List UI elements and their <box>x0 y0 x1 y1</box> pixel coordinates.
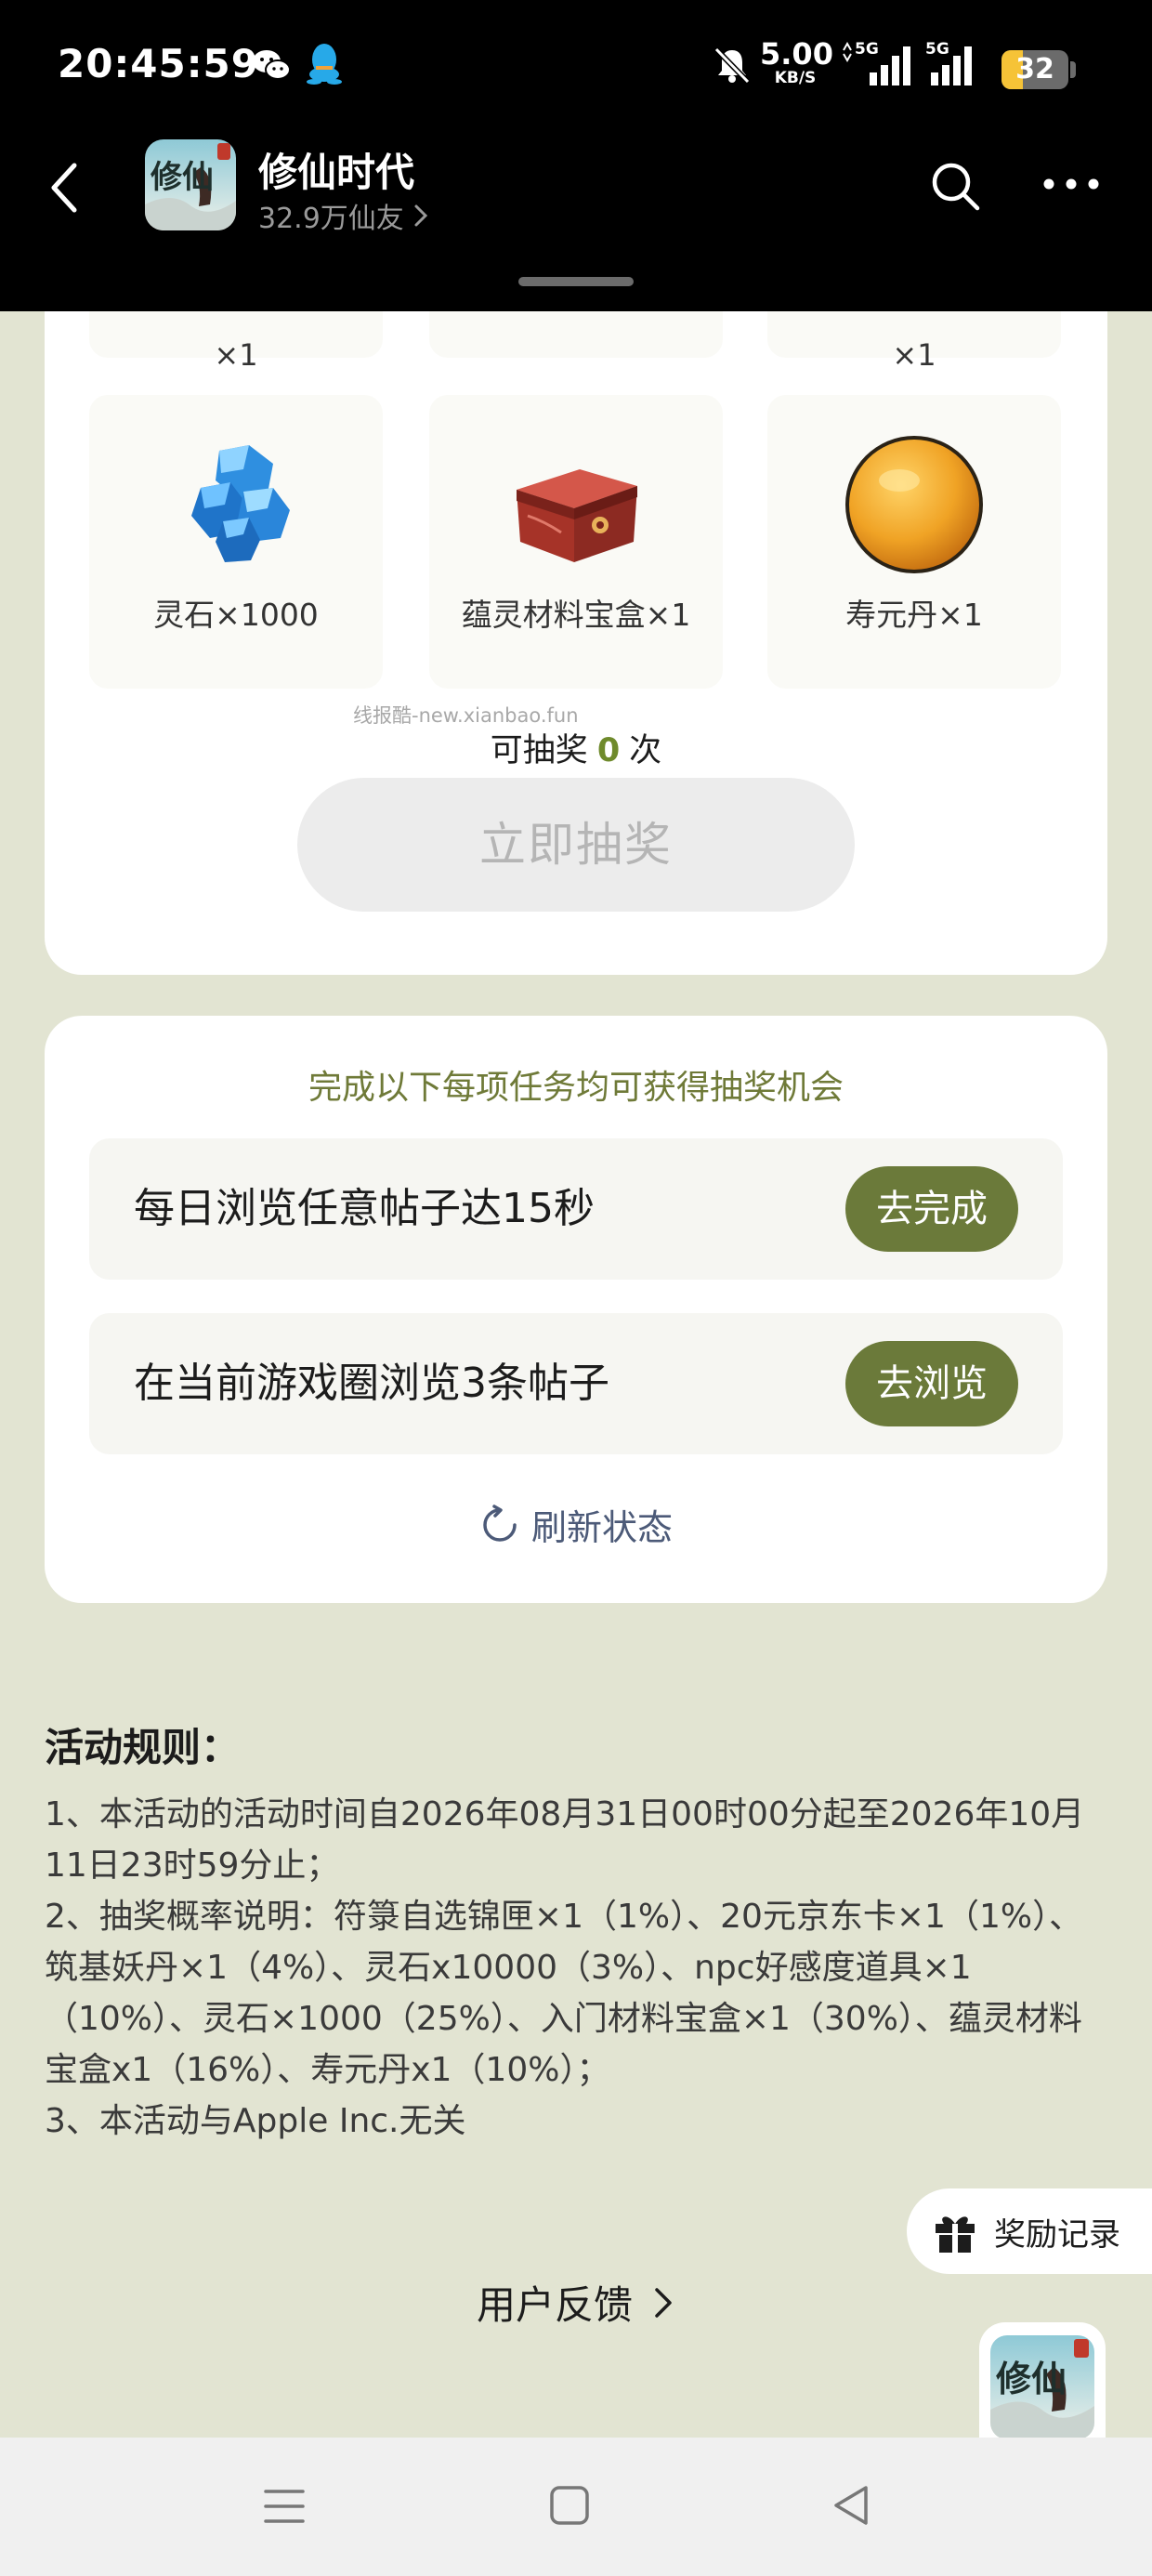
task-text: 在当前游戏圈浏览3条帖子 <box>134 1360 609 1407</box>
network-speed-value: 5.00 <box>760 36 833 72</box>
prize-label: 寿元丹×1 <box>845 597 983 633</box>
pill-icon <box>845 436 983 573</box>
app-header: 修仙 修仙时代 32.9万仙友 <box>0 139 1152 311</box>
rules-title: 活动规则： <box>45 1725 241 1770</box>
draw-now-button[interactable]: 立即抽奖 <box>297 778 855 912</box>
network-speed: 5.00 KB/S <box>760 36 833 87</box>
chevron-right-icon <box>414 204 427 227</box>
go-complete-button[interactable]: 去完成 <box>845 1166 1018 1252</box>
network-type-label: 5G <box>855 41 879 59</box>
prize-quantity: ×1 <box>892 337 936 373</box>
mute-icon <box>713 46 751 85</box>
task-item: 每日浏览任意帖子达15秒 去完成 <box>89 1138 1063 1280</box>
system-nav-bar <box>0 2438 1152 2576</box>
page-title: 修仙时代 <box>258 150 415 195</box>
rules-body: 1、本活动的活动时间自2026年08月31日00时00分起至2026年10月11… <box>45 1789 1107 2147</box>
fans-count-link[interactable]: 32.9万仙友 <box>258 195 430 236</box>
gift-icon <box>936 2216 975 2253</box>
refresh-label: 刷新状态 <box>530 1507 673 1548</box>
back-triangle-icon[interactable] <box>829 2482 873 2529</box>
drag-handle[interactable] <box>518 277 634 286</box>
game-logo[interactable]: 修仙 <box>145 139 236 230</box>
spirit-stone-icon <box>191 445 290 562</box>
user-feedback-label: 用户反馈 <box>476 2282 633 2328</box>
more-icon[interactable] <box>1042 175 1100 193</box>
draw-chances-prefix: 可抽奖 <box>490 732 588 769</box>
go-browse-button[interactable]: 去浏览 <box>845 1341 1018 1426</box>
status-time: 20:45:59 <box>58 41 259 86</box>
reward-record-button[interactable]: 奖励记录 <box>907 2188 1152 2274</box>
battery-tip <box>1070 61 1076 78</box>
activity-sheet: ×1 ×1 灵石×1000 蕴灵材料宝盒×1 寿元丹×1 线报酷-new.xia… <box>0 311 1152 2438</box>
status-bar: 20:45:59 5.00 KB/S 5G 5G 32 <box>0 0 1152 139</box>
prize-card: ×1 ×1 灵石×1000 蕴灵材料宝盒×1 寿元丹×1 线报酷-new.xia… <box>45 311 1107 975</box>
prize-tile <box>429 311 723 358</box>
home-icon[interactable] <box>548 2484 591 2527</box>
user-feedback-link[interactable]: 用户反馈 <box>0 2274 1152 2331</box>
game-logo-text: 修仙 <box>150 159 214 196</box>
battery-level: 32 <box>1015 53 1054 85</box>
qq-icon <box>307 44 342 85</box>
chevron-right-icon <box>655 2287 672 2318</box>
fans-count: 32.9万仙友 <box>258 203 404 235</box>
menu-icon[interactable] <box>262 2486 307 2527</box>
signal-icon: 5G <box>925 41 972 85</box>
prize-quantity: ×1 <box>214 337 258 373</box>
prize-tile: 寿元丹×1 <box>767 395 1061 689</box>
signal-icon: 5G <box>843 41 910 85</box>
prize-label: 蕴灵材料宝盒×1 <box>461 597 691 633</box>
search-icon[interactable] <box>929 160 981 212</box>
task-hint: 完成以下每项任务均可获得抽奖机会 <box>308 1069 844 1107</box>
back-icon[interactable] <box>43 158 89 217</box>
prize-tile: 灵石×1000 <box>89 395 383 689</box>
task-text: 每日浏览任意帖子达15秒 <box>134 1185 595 1232</box>
prize-label: 灵石×1000 <box>153 597 319 633</box>
task-card: 完成以下每项任务均可获得抽奖机会 每日浏览任意帖子达15秒 去完成 在当前游戏圈… <box>45 1016 1107 1603</box>
reserve-widget[interactable]: 修仙 预约 <box>979 2322 1106 2438</box>
prize-tile: ×1 <box>767 311 1061 373</box>
rule-line: 2、抽奖概率说明：符箓自选锦匣×1（1%）、20元京东卡×1（1%）、筑基妖丹×… <box>45 1898 1083 2089</box>
prize-tile: ×1 <box>89 311 383 373</box>
task-item: 在当前游戏圈浏览3条帖子 去浏览 <box>89 1313 1063 1454</box>
network-speed-unit: KB/S <box>774 69 817 87</box>
prize-tile: 蕴灵材料宝盒×1 <box>429 395 723 689</box>
network-type-label: 5G <box>925 41 949 59</box>
rule-line: 1、本活动的活动时间自2026年08月31日00时00分起至2026年10月11… <box>45 1795 1085 1885</box>
battery-icon: 32 <box>1001 50 1068 89</box>
rule-line: 3、本活动与Apple Inc.无关 <box>45 2102 466 2140</box>
draw-chances-count: 0 <box>596 732 621 769</box>
game-logo: 修仙 <box>990 2335 1094 2438</box>
draw-chances: 可抽奖 0 次 <box>45 724 1107 771</box>
refresh-icon <box>483 1504 517 1542</box>
wechat-icon <box>253 50 291 80</box>
game-logo-text: 修仙 <box>996 2358 1067 2399</box>
treasure-box-icon <box>517 469 637 562</box>
draw-chances-suffix: 次 <box>629 732 662 769</box>
refresh-status-button[interactable]: 刷新状态 <box>45 1499 1107 1550</box>
reward-record-label: 奖励记录 <box>994 2215 1120 2254</box>
